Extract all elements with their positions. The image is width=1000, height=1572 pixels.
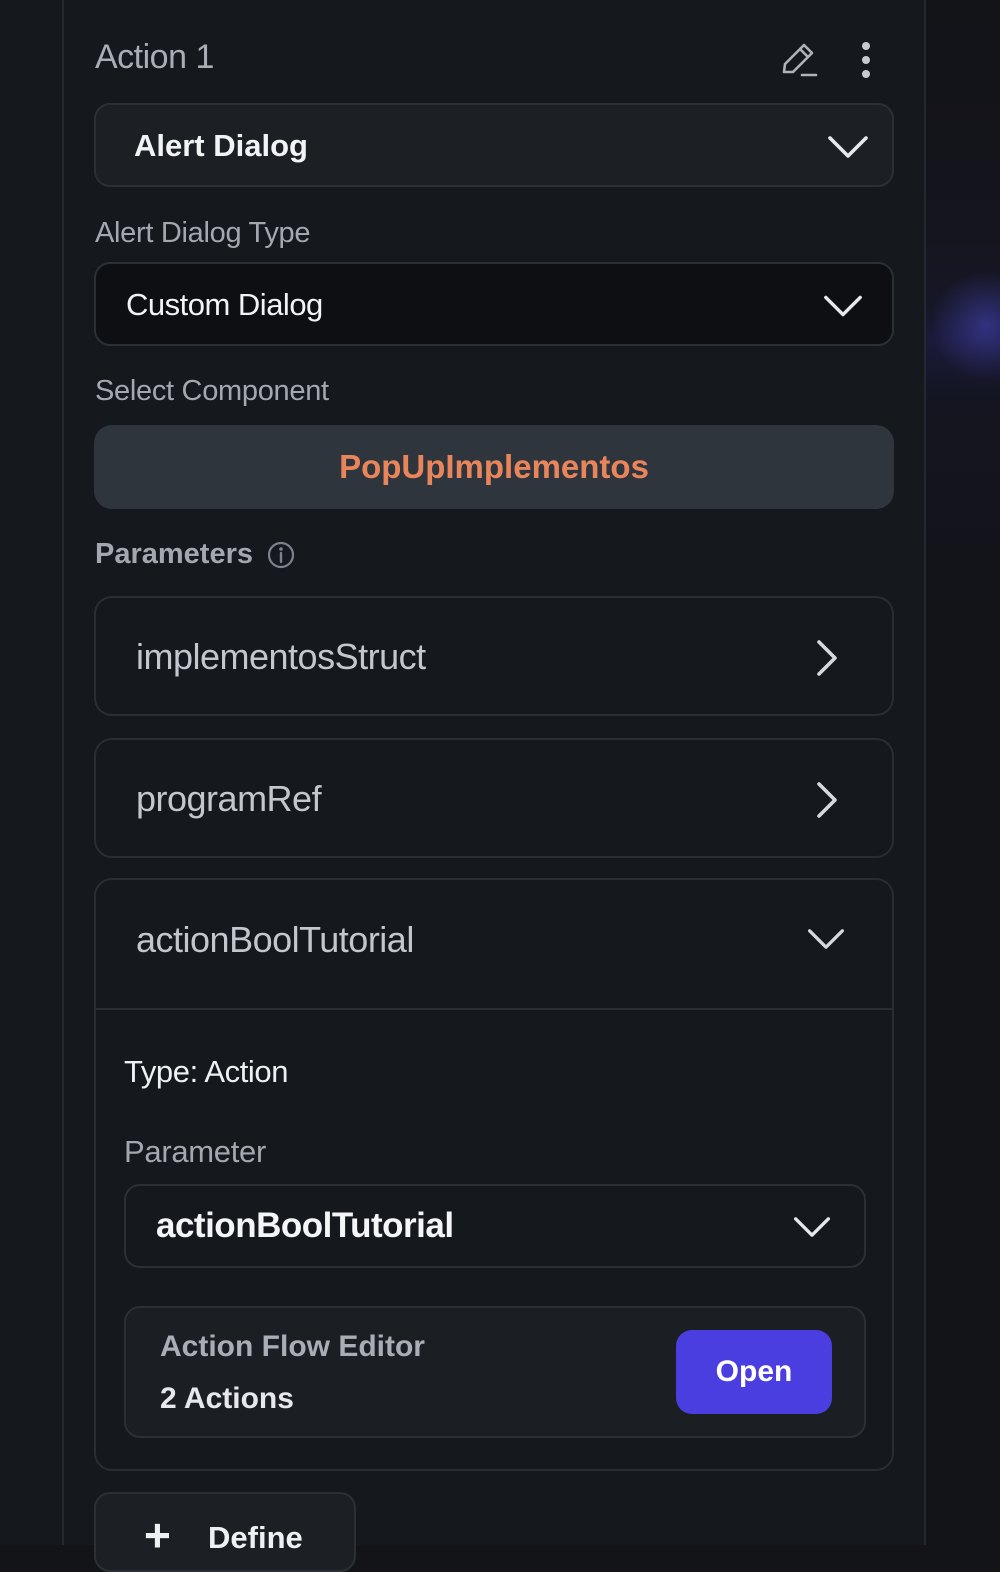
open-button[interactable]: Open [676,1330,832,1414]
parameter-header[interactable]: actionBoolTutorial [96,880,892,1010]
more-vertical-icon[interactable] [852,40,880,80]
parameter-value-dropdown[interactable]: actionBoolTutorial [124,1184,866,1268]
define-label: Define [208,1520,303,1555]
parameter-label: Parameter [124,1134,267,1169]
background-glow [930,270,1000,380]
parameters-label: Parameters [95,538,253,570]
pencil-icon[interactable] [776,38,820,82]
plus-icon: + [144,1509,171,1561]
select-component-label: Select Component [95,375,329,407]
alert-dialog-type-value: Custom Dialog [126,287,323,322]
chevron-right-icon [817,782,837,818]
action-type-dropdown[interactable]: Alert Dialog [94,103,894,187]
parameter-type-label: Type: Action [124,1054,289,1089]
parameter-name: implementosStruct [136,636,426,677]
parameter-row-implementos-struct[interactable]: implementosStruct [94,596,894,716]
chevron-down-icon [824,295,862,317]
left-gutter [0,0,62,1545]
parameter-row-program-ref[interactable]: programRef [94,738,894,858]
define-button[interactable]: + Define [94,1492,356,1572]
right-gutter [926,0,1000,1545]
parameter-name: actionBoolTutorial [136,919,414,960]
parameter-name: programRef [136,778,322,819]
action-title: Action 1 [95,38,214,76]
parameter-row-action-bool-tutorial: actionBoolTutorial Type: Action Paramete… [94,878,894,1471]
component-selector-button[interactable]: PopUpImplementos [94,425,894,509]
action-type-value: Alert Dialog [134,128,308,163]
chevron-down-icon [808,929,844,949]
chevron-right-icon [817,640,837,676]
action-count: 2 Actions [160,1382,294,1415]
chevron-down-icon [794,1217,830,1237]
chevron-down-icon [828,136,868,158]
alert-dialog-type-label: Alert Dialog Type [95,217,311,249]
info-icon[interactable] [266,540,296,570]
action-flow-editor-title: Action Flow Editor [160,1330,425,1363]
parameter-value: actionBoolTutorial [156,1206,454,1245]
alert-dialog-type-dropdown[interactable]: Custom Dialog [94,262,894,346]
action-flow-editor-card: Action Flow Editor 2 Actions Open [124,1306,866,1438]
